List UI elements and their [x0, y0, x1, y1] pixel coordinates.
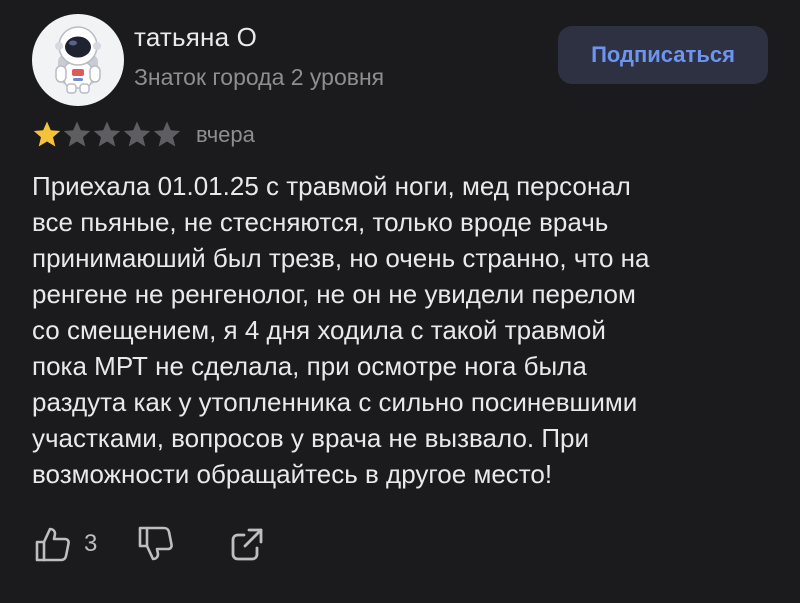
review-date: вчера: [196, 122, 255, 147]
star-empty-icon: [63, 121, 91, 147]
user-level: Знаток города 2 уровня: [134, 64, 385, 90]
astronaut-icon: [55, 26, 101, 94]
star-filled-icon: [33, 121, 61, 147]
user-name[interactable]: татьяна О: [134, 22, 257, 53]
review-card: татьяна О Знаток города 2 уровня Подписа…: [0, 0, 800, 603]
rating-row: вчера: [32, 119, 255, 151]
review-text: Приехала 01.01.25 с травмой ноги, мед пе…: [32, 171, 650, 489]
star-empty-icon: [123, 121, 151, 147]
star-empty-icon: [93, 121, 121, 147]
subscribe-button[interactable]: Подписаться: [558, 26, 768, 84]
like-count: 3: [84, 530, 98, 557]
share-icon[interactable]: [227, 524, 267, 564]
thumbs-up-icon[interactable]: [32, 524, 72, 564]
avatar[interactable]: [32, 14, 124, 106]
thumbs-down-icon[interactable]: [135, 524, 175, 564]
rating-stars: [32, 120, 182, 150]
review-actions: 3: [32, 524, 267, 564]
star-empty-icon: [153, 121, 181, 147]
